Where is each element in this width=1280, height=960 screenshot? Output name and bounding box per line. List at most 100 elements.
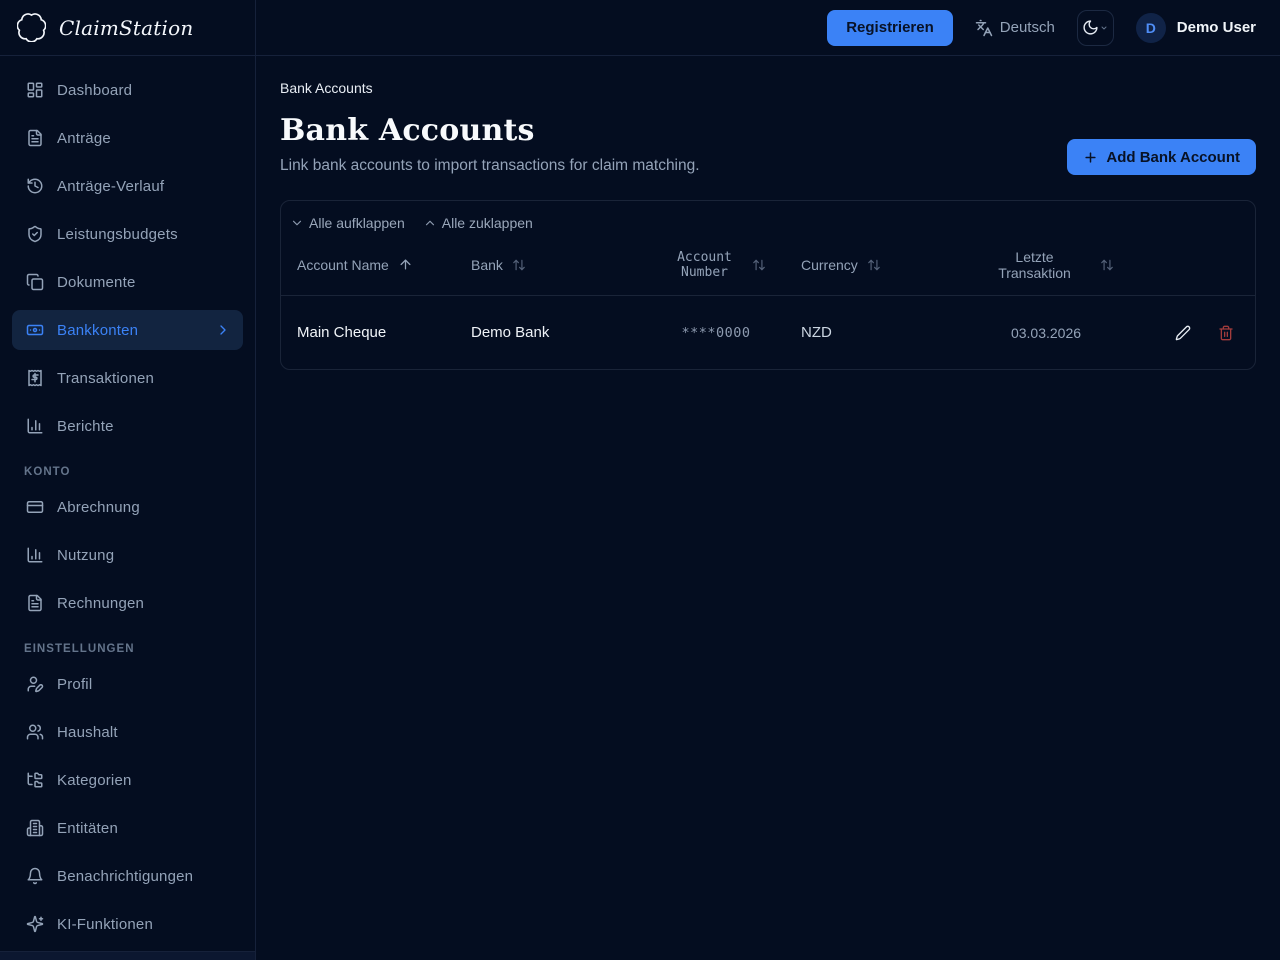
sidebar-item-bankkonten[interactable]: Bankkonten: [12, 310, 243, 350]
sparkles-icon: [26, 915, 44, 933]
sidebar-item-label: Transaktionen: [57, 369, 155, 387]
column-header-bank[interactable]: Bank: [471, 257, 631, 273]
users-icon: [26, 724, 44, 740]
chevron-up-icon: [425, 220, 434, 226]
sidebar-item-rechnungen[interactable]: Rechnungen: [12, 583, 243, 623]
table-row[interactable]: Main Cheque Demo Bank ****0000 NZD 03.03…: [281, 296, 1255, 369]
plus-icon: [1085, 151, 1096, 163]
user-name: Demo User: [1176, 19, 1256, 36]
theme-toggle-button[interactable]: [1076, 9, 1114, 46]
sidebar-section-einstellungen: Einstellungen: [24, 643, 135, 655]
language-switcher[interactable]: Deutsch: [975, 19, 1055, 37]
delete-account-button[interactable]: [1218, 325, 1234, 341]
sidebar: Dashboard Anträge Anträge-Verlauf Leistu…: [0, 56, 256, 960]
sidebar-item-label: Dashboard: [57, 81, 133, 99]
file-text-icon: [28, 594, 42, 612]
column-header-letzte-transaktion[interactable]: Letzte Transaktion: [931, 249, 1161, 281]
register-button[interactable]: Registrieren: [827, 9, 953, 46]
table-header-row: Account Name Bank Account Number Currenc…: [281, 234, 1255, 296]
sidebar-item-entitaeten[interactable]: Entitäten: [12, 808, 243, 848]
sidebar-item-label: Dokumente: [57, 273, 136, 291]
sidebar-item-label: Leistungsbudgets: [57, 225, 178, 243]
edit-account-button[interactable]: [1175, 325, 1191, 341]
sidebar-item-antraege-verlauf[interactable]: Anträge-Verlauf: [12, 166, 243, 206]
languages-icon: [975, 19, 993, 36]
sidebar-item-benachrichtigungen[interactable]: Benachrichtigungen: [12, 856, 243, 896]
app-window: ClaimStation Registrieren Deutsch D Demo…: [0, 0, 1280, 960]
sidebar-item-ki-funktionen[interactable]: KI-Funktionen: [12, 904, 243, 944]
sidebar-item-label: Benachrichtigungen: [57, 867, 194, 885]
sidebar-item-label: Anträge: [57, 129, 111, 147]
user-menu[interactable]: D Demo User: [1135, 12, 1256, 43]
bar-chart-icon: [27, 547, 43, 563]
sidebar-item-label: Haushalt: [57, 723, 118, 741]
sidebar-item-kategorien[interactable]: Kategorien: [12, 760, 243, 800]
add-bank-account-button[interactable]: Add Bank Account: [1067, 139, 1256, 175]
sidebar-item-berichte[interactable]: Berichte: [12, 406, 243, 446]
cell-account-name: Main Cheque: [297, 324, 387, 341]
sidebar-item-dokumente[interactable]: Dokumente: [12, 262, 243, 302]
avatar: D: [1135, 12, 1166, 43]
collapse-all-button[interactable]: Alle zuklappen: [423, 215, 533, 231]
sidebar-item-profil[interactable]: Profil: [12, 664, 243, 704]
moon-icon: [1083, 20, 1098, 35]
arrow-up-down-icon: [1100, 259, 1113, 270]
bar-chart-icon: [27, 418, 43, 434]
collapse-all-label: Alle zuklappen: [441, 215, 533, 231]
folder-tree-icon: [27, 772, 43, 788]
top-header: Registrieren Deutsch D Demo User: [256, 0, 1280, 56]
language-label: Deutsch: [999, 19, 1055, 36]
chevron-down-icon: [1101, 26, 1107, 29]
sidebar-item-dashboard[interactable]: Dashboard: [12, 70, 243, 110]
brand-name: ClaimStation: [59, 15, 194, 40]
arrow-up-down-icon: [867, 259, 880, 270]
sidebar-item-haushalt[interactable]: Haushalt: [12, 712, 243, 752]
sidebar-item-label: Entitäten: [57, 819, 119, 837]
sidebar-item-label: Abrechnung: [57, 498, 140, 516]
breadcrumb[interactable]: Bank Accounts: [280, 80, 1256, 96]
sidebar-item-label: Berichte: [57, 417, 114, 435]
arrow-up-down-icon: [513, 259, 525, 270]
bank-accounts-table-card: Alle aufklappen Alle zuklappen Account N…: [280, 200, 1256, 370]
sidebar-item-transaktionen[interactable]: Transaktionen: [12, 358, 243, 398]
sidebar-section-konto: Konto: [24, 466, 71, 478]
arrow-up-icon: [400, 259, 411, 270]
arrow-up-down-icon: [752, 259, 765, 270]
history-icon: [27, 178, 43, 194]
banknote-icon: [26, 324, 44, 336]
trash-icon: [1219, 325, 1233, 340]
column-header-currency[interactable]: Currency: [801, 257, 931, 273]
bell-icon: [27, 867, 43, 885]
brand-logo[interactable]: ClaimStation: [0, 0, 256, 56]
sidebar-item-antraege[interactable]: Anträge: [12, 118, 243, 158]
user-pen-icon: [27, 676, 44, 693]
sidebar-item-label: Kategorien: [57, 771, 132, 789]
column-header-account-name[interactable]: Account Name: [297, 257, 471, 273]
page-header: Bank Accounts Link bank accounts to impo…: [280, 113, 1256, 175]
copy-icon: [26, 273, 44, 291]
cell-currency: NZD: [801, 324, 832, 341]
sidebar-bottom-divider: [0, 951, 255, 960]
sidebar-item-label: Nutzung: [57, 546, 115, 564]
shield-check-icon: [28, 225, 42, 243]
sidebar-item-nutzung[interactable]: Nutzung: [12, 535, 243, 575]
expand-all-button[interactable]: Alle aufklappen: [290, 215, 405, 231]
scalloped-circle-icon: [17, 13, 46, 42]
file-text-icon: [28, 129, 42, 147]
page-subtitle: Link bank accounts to import transaction…: [280, 157, 700, 174]
main-content: Bank Accounts Bank Accounts Link bank ac…: [256, 56, 1280, 960]
table-expand-controls: Alle aufklappen Alle zuklappen: [281, 212, 1255, 234]
cell-last-transaction: 03.03.2026: [1010, 324, 1082, 341]
row-actions: [1161, 325, 1239, 341]
chevron-right-icon: [220, 325, 226, 335]
credit-card-icon: [26, 501, 44, 513]
column-header-account-number[interactable]: Account Number: [631, 250, 801, 280]
sidebar-item-abrechnung[interactable]: Abrechnung: [12, 487, 243, 527]
sidebar-item-leistungsbudgets[interactable]: Leistungsbudgets: [12, 214, 243, 254]
expand-all-label: Alle aufklappen: [309, 215, 405, 231]
chevron-down-icon: [292, 220, 302, 226]
pencil-icon: [1175, 325, 1191, 340]
cell-account-number: ****0000: [681, 324, 751, 341]
layout-dashboard-icon: [27, 82, 43, 98]
add-bank-account-label: Add Bank Account: [1106, 148, 1240, 166]
